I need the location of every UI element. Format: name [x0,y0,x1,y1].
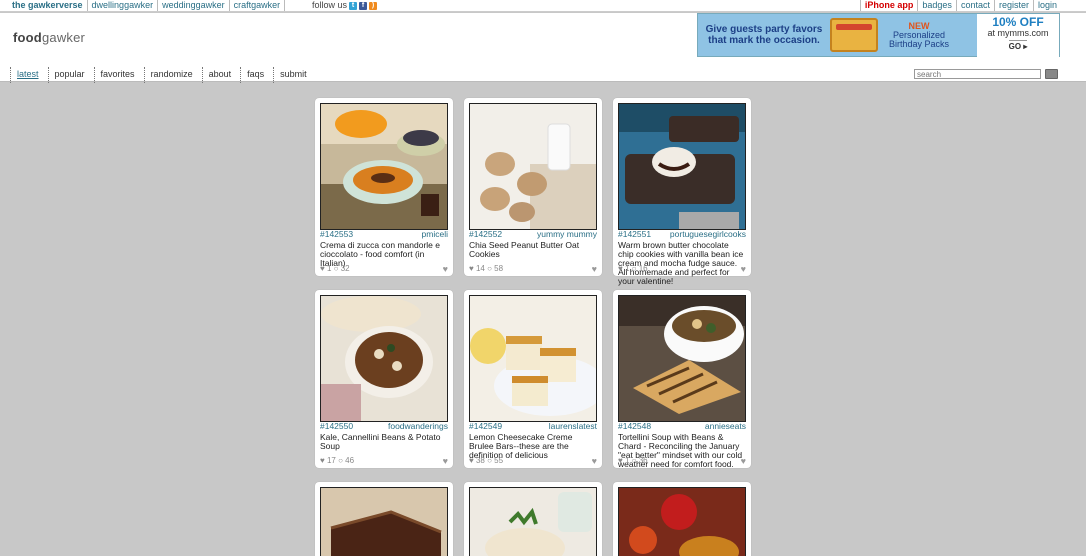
ad-headline: Give guests party favors that mark the o… [705,24,823,46]
badges-link[interactable]: badges [917,0,956,11]
ad-go-button[interactable]: GO ▸ [1008,40,1028,52]
card-id[interactable]: #142549 [469,422,502,431]
card-meta: #142553 pmiceli Crema di zucca con mandor… [320,230,448,268]
card-stats-text: ♥ 17 ○ 46 [320,456,355,465]
site-header: foodgawker Give guests party favors that… [0,13,1086,83]
card-id[interactable]: #142551 [618,230,651,239]
ad-site-text: at mymms.com [987,28,1049,38]
card-author[interactable]: portuguesegirlcooks [670,230,746,239]
food-card[interactable]: #142548 annieseats Tortellini Soup with B… [613,290,751,469]
network-links: the gawkerverse dwellinggawker weddingga… [8,0,286,11]
network-bar: the gawkerverse dwellinggawker weddingga… [0,0,1086,12]
card-author[interactable]: annieseats [705,422,746,431]
food-card[interactable]: #142553 pmiceli Crema di zucca con mandor… [315,98,453,276]
food-photo[interactable] [320,103,448,230]
ad-offer-text: 10% OFF [992,15,1044,29]
food-photo[interactable] [469,295,597,422]
card-meta: #142549 laurenslatest Lemon Cheesecake Cr… [469,422,597,460]
nav-randomize[interactable]: randomize [143,67,202,83]
follow-label: follow us [312,0,348,10]
network-link-gawkerverse[interactable]: the gawkerverse [8,0,88,11]
card-meta: #142551 portuguesegirlcooks Warm brown bu… [618,230,746,286]
card-description[interactable]: Chia Seed Peanut Butter Oat Cookies [469,241,597,259]
logo-bold-text: food [13,30,42,45]
card-stats-text: ♥ 14 ○ 58 [469,264,504,273]
iphone-app-link[interactable]: iPhone app [859,0,918,11]
card-stats-text: ♥ 1 ○ 36 [618,456,648,465]
nav-favorites[interactable]: favorites [93,67,144,83]
heart-icon[interactable]: ♥ [741,264,746,274]
food-card[interactable]: #142550 foodwanderings Kale, Cannellini B… [315,290,453,468]
ad-product-text: Personalized Birthday Packs [888,29,950,49]
nav-popular[interactable]: popular [47,67,94,83]
heart-icon[interactable]: ♥ [443,264,448,274]
heart-icon[interactable]: ♥ [741,456,746,466]
facebook-icon[interactable]: f [359,1,368,10]
food-card[interactable]: #142549 laurenslatest Lemon Cheesecake Cr… [464,290,602,468]
utility-links: iPhone app badges contact register login [859,0,1061,11]
card-id[interactable]: #142548 [618,422,651,431]
login-link[interactable]: login [1032,0,1061,11]
nav-about[interactable]: about [201,67,241,83]
food-photo[interactable] [618,103,746,230]
card-description[interactable]: Kale, Cannellini Beans & Potato Soup [320,433,448,451]
food-card[interactable]: #142551 portuguesegirlcooks Warm brown bu… [613,98,751,286]
food-photo[interactable] [469,487,597,556]
nav-submit[interactable]: submit [273,67,316,83]
food-card[interactable] [613,482,751,556]
card-author[interactable]: laurenslatest [549,422,597,431]
food-photo[interactable] [320,487,448,556]
search-input[interactable] [914,69,1041,79]
network-link-weddinggawker[interactable]: weddinggawker [158,0,230,11]
site-logo[interactable]: foodgawker [13,30,85,45]
logo-rest-text: gawker [41,30,86,45]
network-link-craftgawker[interactable]: craftgawker [230,0,286,11]
play-arrow-icon: ▸ [1023,42,1028,51]
ad-offer[interactable]: 10% OFF at mymms.com GO ▸ [977,14,1059,58]
food-photo[interactable] [320,295,448,422]
follow-us: follow us t f ) [312,0,378,11]
ad-go-label: GO [1008,42,1022,51]
card-id[interactable]: #142552 [469,230,502,239]
food-photo[interactable] [618,295,746,422]
contact-link[interactable]: contact [955,0,994,11]
food-card[interactable] [464,482,602,556]
card-meta: #142550 foodwanderings Kale, Cannellini B… [320,422,448,451]
heart-icon[interactable]: ♥ [592,456,597,466]
banner-ad[interactable]: Give guests party favors that mark the o… [697,13,1060,58]
card-stats-text: ♥ 38 ○ 55 [469,456,504,465]
card-stats-text: ♥ 1 ○ 32 [320,264,350,273]
heart-icon[interactable]: ♥ [592,264,597,274]
food-card[interactable] [315,482,453,556]
card-id[interactable]: #142550 [320,422,353,431]
card-meta: #142552 yummy mummy Chia Seed Peanut Butt… [469,230,597,259]
card-author[interactable]: yummy mummy [537,230,597,239]
heart-icon[interactable]: ♥ [443,456,448,466]
search-button[interactable] [1045,69,1058,79]
nav-latest[interactable]: latest [10,67,48,83]
ad-product: NEW Personalized Birthday Packs [884,21,954,49]
twitter-icon[interactable]: t [349,1,358,10]
main-nav: latest popular favorites randomize about… [10,67,316,83]
card-id[interactable]: #142553 [320,230,353,239]
card-author[interactable]: foodwanderings [388,422,448,431]
rss-icon[interactable]: ) [369,1,378,10]
card-author[interactable]: pmiceli [422,230,448,239]
nav-faqs[interactable]: faqs [240,67,273,83]
register-link[interactable]: register [993,0,1033,11]
food-card[interactable]: #142552 yummy mummy Chia Seed Peanut Butt… [464,98,602,276]
food-photo[interactable] [618,487,746,556]
network-link-dwellinggawker[interactable]: dwellinggawker [88,0,159,11]
card-stats-text: ♥ 1 ○ 16 [618,264,648,273]
ad-product-image [830,18,878,52]
food-photo[interactable] [469,103,597,230]
